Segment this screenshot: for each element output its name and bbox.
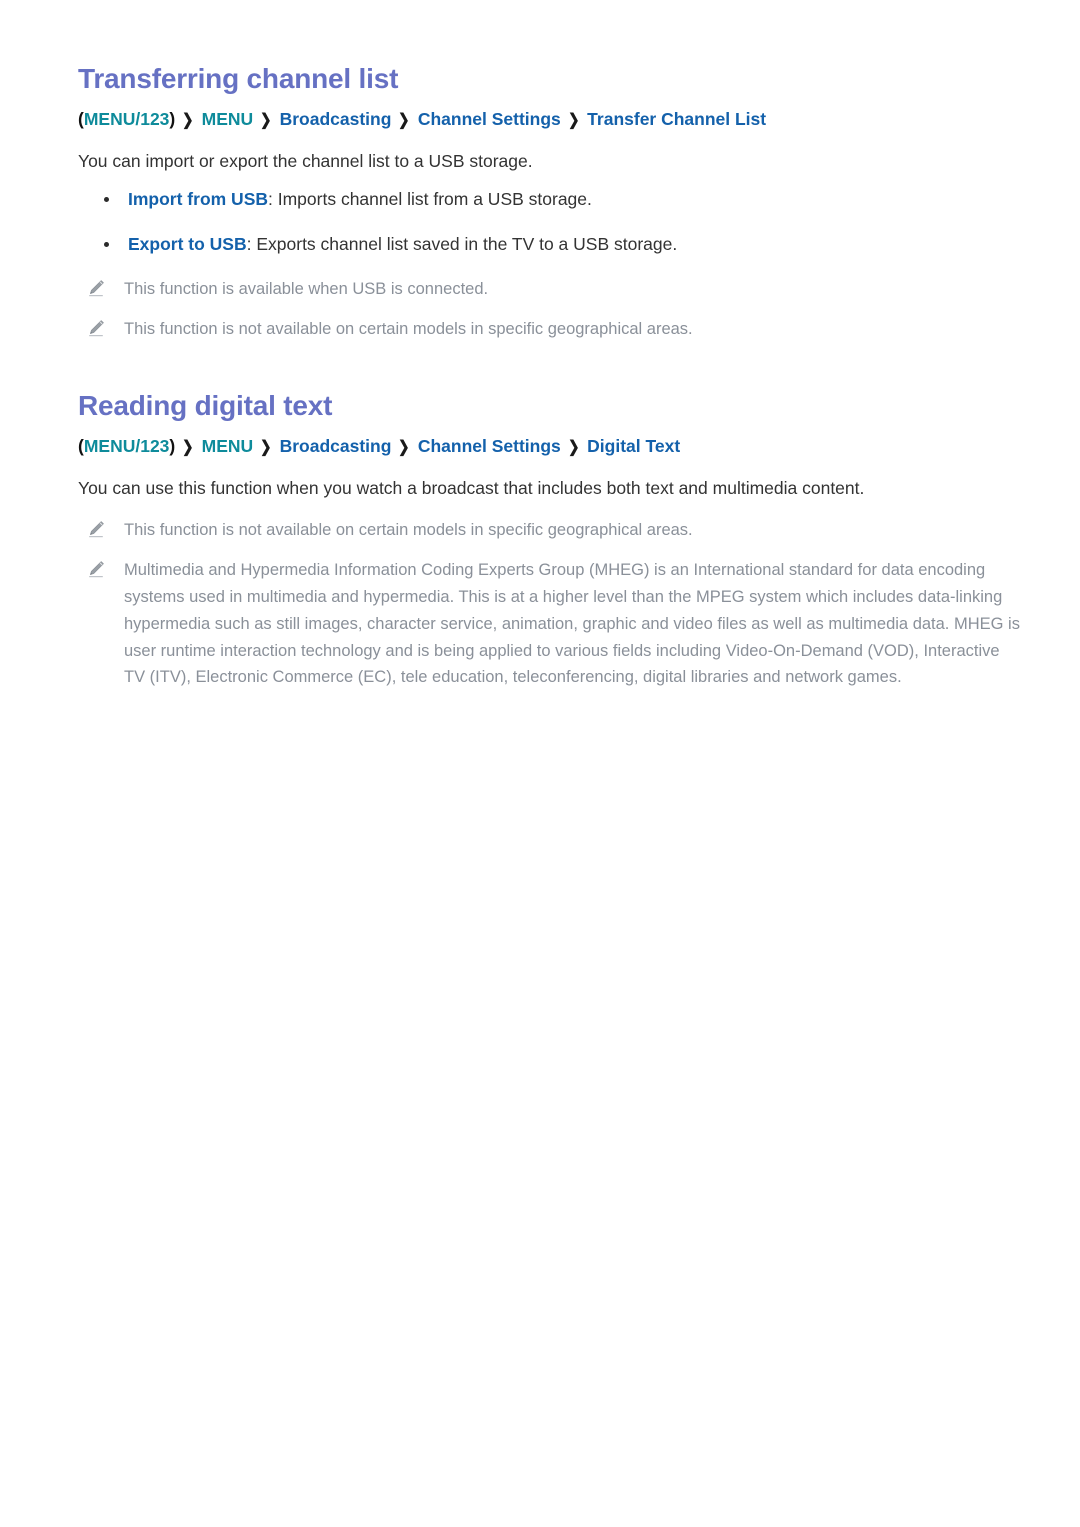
list-item: Export to USB: Exports channel list save… (78, 231, 1020, 258)
breadcrumb-close-paren: ) (169, 109, 176, 130)
chevron-right-icon: ❯ (398, 112, 410, 130)
breadcrumb: (MENU/123) ❯ MENU ❯ Broadcasting ❯ Channel Set… (78, 433, 1020, 460)
breadcrumb-item-menu[interactable]: MENU (202, 436, 254, 456)
note-item: This function is not available on certai… (78, 316, 1020, 343)
breadcrumb-item-menu123[interactable]: MENU/123 (84, 436, 170, 456)
breadcrumb-item-broadcasting[interactable]: Broadcasting (280, 436, 392, 456)
note-item: This function is not available on certai… (78, 517, 1020, 544)
page-title: Reading digital text (78, 390, 333, 422)
option-separator: : (268, 188, 278, 209)
note-item: Multimedia and Hypermedia Information Co… (78, 557, 1020, 691)
breadcrumb-item-channel-settings[interactable]: Channel Settings (418, 436, 561, 456)
section-intro-text: You can use this function when you watch… (78, 478, 865, 499)
note-item: This function is available when USB is c… (78, 276, 1020, 303)
bullet-dot-icon (104, 196, 109, 202)
bullet-dot-icon (104, 241, 109, 247)
pencil-icon (86, 318, 106, 338)
section-reading-digital-text: Reading digital text (MENU/123) ❯ MENU ❯ Bro… (78, 389, 1020, 691)
option-term[interactable]: Export to USB (128, 234, 247, 254)
chevron-right-icon: ❯ (260, 439, 272, 457)
note-text: This function is not available on certai… (124, 520, 693, 539)
breadcrumb-close-paren: ) (169, 436, 176, 457)
option-separator: : (246, 233, 257, 254)
option-description: Imports channel list from a USB storage. (277, 188, 592, 209)
breadcrumb-item-menu[interactable]: MENU (202, 109, 254, 129)
breadcrumb-item-channel-settings[interactable]: Channel Settings (418, 109, 561, 129)
pencil-icon (86, 519, 106, 539)
note-list: This function is not available on certai… (78, 517, 1020, 691)
page-title: Transferring channel list (78, 63, 399, 94)
breadcrumb-item-transfer-channel-list[interactable]: Transfer Channel List (587, 109, 766, 129)
pencil-icon (86, 278, 106, 298)
pencil-icon (86, 559, 106, 579)
breadcrumb-item-broadcasting[interactable]: Broadcasting (280, 109, 392, 129)
option-description: Exports channel list saved in the TV to … (256, 233, 678, 254)
option-term[interactable]: Import from USB (128, 189, 268, 209)
chevron-right-icon: ❯ (398, 439, 410, 457)
chevron-right-icon: ❯ (182, 439, 194, 457)
option-list: Import from USB: Imports channel list fr… (78, 186, 1020, 258)
chevron-right-icon: ❯ (182, 112, 194, 130)
chevron-right-icon: ❯ (567, 112, 580, 130)
breadcrumb-item-digital-text[interactable]: Digital Text (587, 436, 680, 456)
breadcrumb: (MENU/123) ❯ MENU ❯ Broadcasting ❯ Channel Set… (78, 106, 1020, 133)
chevron-right-icon: ❯ (260, 112, 272, 130)
manual-page: Transferring channel list (MENU/123) ❯ MEN… (0, 0, 1080, 1527)
list-item: Import from USB: Imports channel list fr… (78, 186, 1020, 213)
note-text: This function is not available on certai… (124, 320, 693, 339)
chevron-right-icon: ❯ (567, 439, 580, 457)
section-intro-text: You can import or export the channel lis… (78, 151, 533, 172)
note-text: This function is available when USB is c… (124, 279, 489, 298)
note-text: Multimedia and Hypermedia Information Co… (124, 561, 1020, 687)
note-list: This function is available when USB is c… (78, 276, 1020, 343)
breadcrumb-item-menu123[interactable]: MENU/123 (84, 109, 170, 129)
section-transferring-channel-list: Transferring channel list (MENU/123) ❯ MEN… (78, 62, 1020, 343)
